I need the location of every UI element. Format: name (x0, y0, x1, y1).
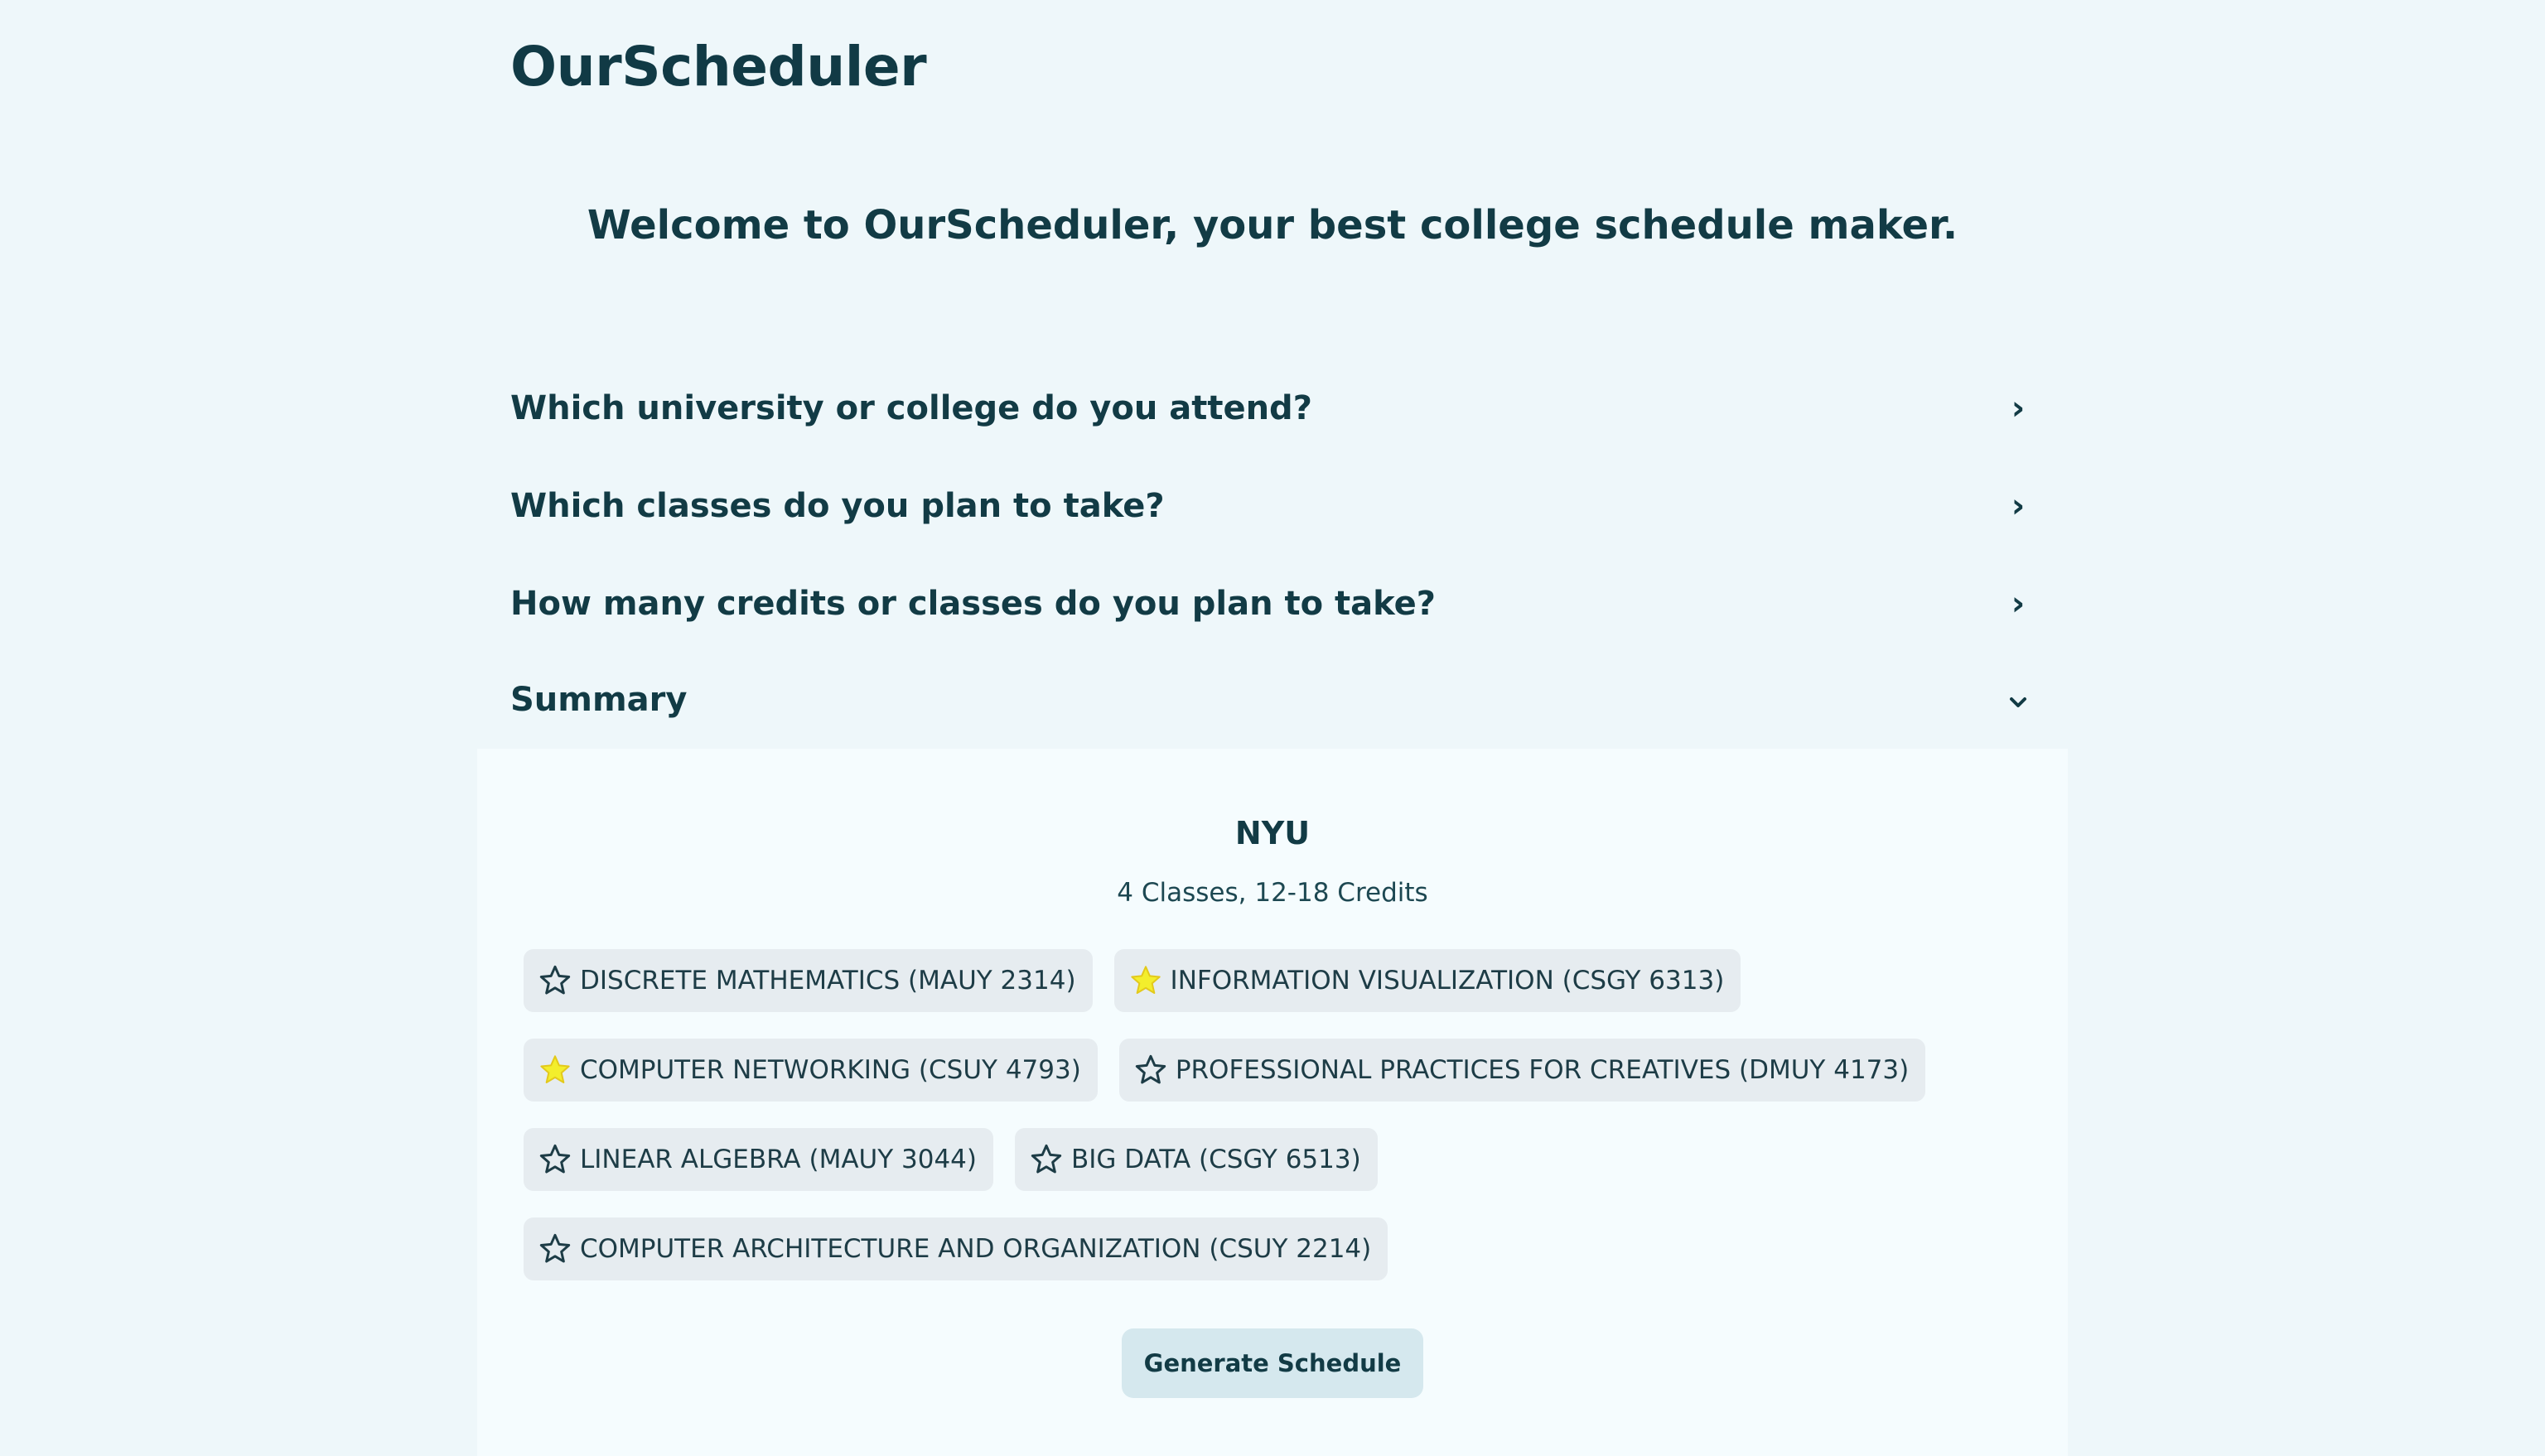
accordion-credits[interactable]: How many credits or classes do you plan … (510, 566, 2035, 641)
class-chip-label: COMPUTER NETWORKING (CSUY 4793) (580, 1055, 1081, 1085)
class-chip-label: PROFESSIONAL PRACTICES FOR CREATIVES (DM… (1175, 1055, 1910, 1085)
app-container: OurScheduler Welcome to OurScheduler, yo… (477, 0, 2068, 1456)
school-name: NYU (1234, 815, 1311, 851)
chevron-down-icon (2002, 681, 2035, 719)
accordion-summary[interactable]: Summary (510, 663, 2035, 737)
credits-summary: 4 Classes, 12-18 Credits (1117, 878, 1428, 908)
class-chip-label: LINEAR ALGEBRA (MAUY 3044) (580, 1145, 978, 1174)
chip-row: LINEAR ALGEBRA (MAUY 3044) BIG DATA (CSG… (524, 1128, 2015, 1191)
star-outline-icon[interactable] (538, 1232, 572, 1266)
accordion-credits-label: How many credits or classes do you plan … (510, 585, 1437, 623)
class-chip-list: DISCRETE MATHEMATICS (MAUY 2314) INFORMA… (524, 949, 2015, 1307)
welcome-heading: Welcome to OurScheduler, your best colle… (587, 202, 1958, 248)
accordion-university[interactable]: Which university or college do you atten… (510, 371, 2035, 446)
accordion-classes-label: Which classes do you plan to take? (510, 487, 1165, 525)
class-chip-label: BIG DATA (CSGY 6513) (1071, 1145, 1361, 1174)
generate-schedule-button[interactable]: Generate Schedule (1122, 1328, 1423, 1398)
star-filled-icon[interactable] (538, 1053, 572, 1087)
class-chip-label: DISCRETE MATHEMATICS (MAUY 2314) (580, 966, 1076, 996)
summary-panel: NYU 4 Classes, 12-18 Credits DISCRETE MA… (477, 749, 2068, 1456)
class-chip[interactable]: INFORMATION VISUALIZATION (CSGY 6313) (1113, 949, 1741, 1012)
star-outline-icon[interactable] (1030, 1143, 1063, 1176)
chevron-right-icon: › (2011, 585, 2026, 623)
chevron-down-icon-shape (2010, 697, 2026, 707)
class-chip[interactable]: PROFESSIONAL PRACTICES FOR CREATIVES (DM… (1118, 1039, 1926, 1102)
star-outline-icon[interactable] (538, 964, 572, 997)
star-outline-icon[interactable] (1134, 1053, 1167, 1087)
class-chip[interactable]: COMPUTER ARCHITECTURE AND ORGANIZATION (… (524, 1217, 1388, 1280)
chevron-right-icon: › (2011, 389, 2026, 427)
star-filled-icon[interactable] (1129, 964, 1162, 997)
accordion-university-label: Which university or college do you atten… (510, 389, 1312, 427)
class-chip[interactable]: LINEAR ALGEBRA (MAUY 3044) (524, 1128, 994, 1191)
chip-row: DISCRETE MATHEMATICS (MAUY 2314) INFORMA… (524, 949, 2015, 1012)
app-title: OurScheduler (510, 35, 927, 99)
class-chip-label: INFORMATION VISUALIZATION (CSGY 6313) (1170, 966, 1725, 996)
chip-row: COMPUTER ARCHITECTURE AND ORGANIZATION (… (524, 1217, 2015, 1280)
chip-row: COMPUTER NETWORKING (CSUY 4793) PROFESSI… (524, 1039, 2015, 1102)
class-chip[interactable]: BIG DATA (CSGY 6513) (1015, 1128, 1378, 1191)
accordion-classes[interactable]: Which classes do you plan to take? › (510, 469, 2035, 543)
class-chip[interactable]: COMPUTER NETWORKING (CSUY 4793) (524, 1039, 1098, 1102)
chevron-right-icon: › (2011, 487, 2026, 525)
star-outline-icon[interactable] (538, 1143, 572, 1176)
accordion-summary-label: Summary (510, 681, 688, 719)
class-chip-label: COMPUTER ARCHITECTURE AND ORGANIZATION (… (580, 1234, 1372, 1264)
class-chip[interactable]: DISCRETE MATHEMATICS (MAUY 2314) (524, 949, 1093, 1012)
